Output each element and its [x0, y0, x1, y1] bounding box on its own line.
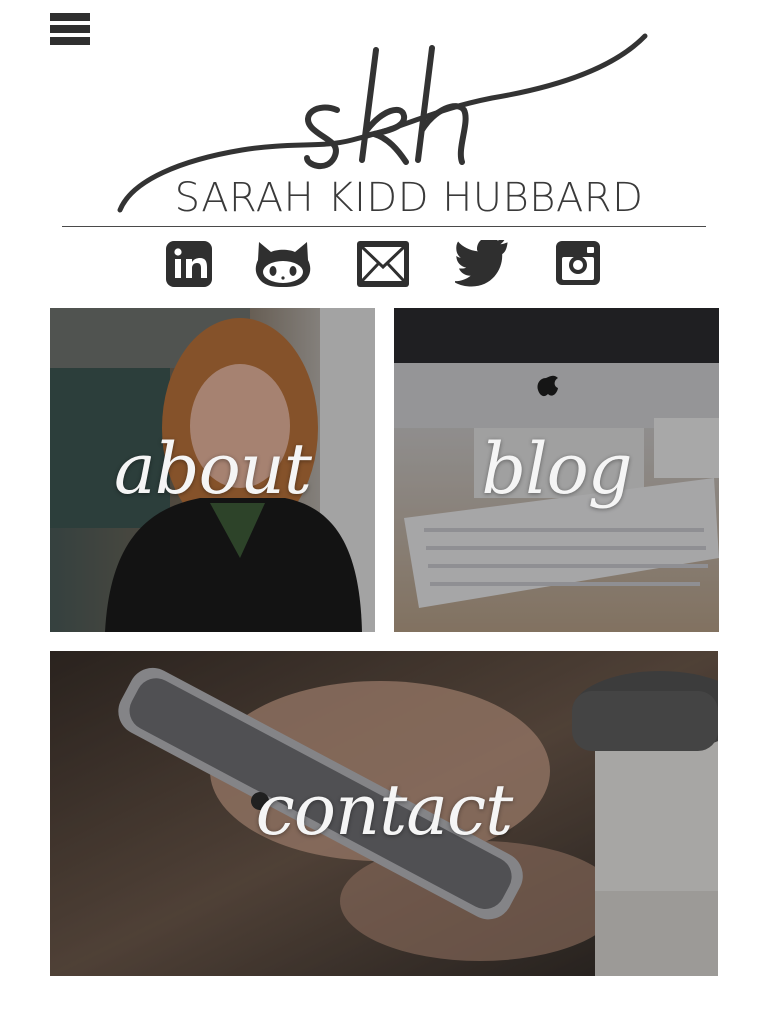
- about-tile[interactable]: about: [50, 308, 375, 632]
- email-link[interactable]: [356, 240, 410, 288]
- instagram-link[interactable]: [555, 240, 601, 288]
- social-links: [0, 237, 768, 288]
- blog-label: blog: [481, 428, 632, 510]
- contact-label: contact: [255, 769, 514, 851]
- menu-bar: [50, 37, 90, 45]
- site-name: SARAH KIDD HUBBARD: [174, 175, 644, 221]
- blog-tile[interactable]: blog: [394, 308, 719, 632]
- github-link[interactable]: [255, 240, 311, 288]
- twitter-icon: [452, 237, 508, 287]
- about-label: about: [114, 428, 312, 510]
- site-logo[interactable]: skh SARAH KIDD HUBBARD: [112, 30, 657, 220]
- email-icon: [357, 241, 409, 287]
- github-icon: [255, 242, 311, 287]
- linkedin-icon: [166, 241, 212, 287]
- hamburger-menu-button[interactable]: [50, 13, 90, 53]
- instagram-icon: [556, 241, 600, 285]
- contact-tile[interactable]: contact: [50, 651, 718, 976]
- menu-bar: [50, 25, 90, 33]
- menu-bar: [50, 13, 90, 21]
- linkedin-link[interactable]: [165, 240, 213, 288]
- header-divider: [62, 226, 706, 227]
- twitter-link[interactable]: [452, 237, 511, 288]
